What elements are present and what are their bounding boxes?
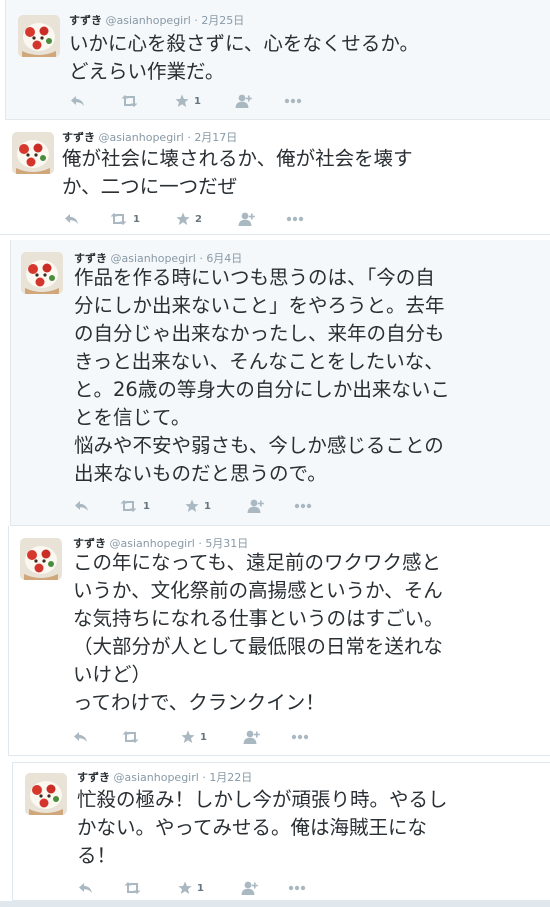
follow-button[interactable]: [247, 498, 264, 514]
retweet-icon: [122, 731, 139, 743]
retweet-icon: [120, 500, 137, 512]
more-icon: [286, 216, 304, 222]
display-name[interactable]: すずき: [62, 131, 95, 144]
avatar[interactable]: [18, 15, 60, 57]
more-button[interactable]: [291, 729, 309, 745]
avatar[interactable]: [25, 773, 67, 815]
like-button[interactable]: 1: [175, 93, 201, 109]
username[interactable]: @asianhopegirl: [99, 131, 184, 144]
reply-button[interactable]: [64, 211, 79, 227]
reply-icon: [79, 883, 92, 893]
star-icon: [185, 499, 199, 512]
retweet-button[interactable]: 1: [109, 211, 140, 227]
follow-button[interactable]: [235, 93, 252, 109]
follow-button[interactable]: [243, 729, 260, 745]
star-icon: [175, 94, 189, 107]
tweet-actions: 1: [70, 93, 310, 109]
reply-button[interactable]: [74, 498, 89, 514]
reply-button[interactable]: [70, 93, 85, 109]
next-tweet-edge: [0, 901, 550, 907]
more-button[interactable]: [286, 211, 304, 227]
username[interactable]: @asianhopegirl: [106, 14, 191, 27]
follow-button[interactable]: [238, 211, 255, 227]
like-button[interactable]: 1: [185, 498, 211, 514]
tweet-text: 作品を作る時にいつも思うのは、「今の自 分にしか出来ないこと」をやろうと。去年 …: [74, 266, 450, 485]
retweet-icon: [124, 882, 141, 894]
reply-icon: [75, 501, 88, 511]
tweet-card[interactable]: すずき @asianhopegirl · 5月31日 この年になっても、遠足前の…: [8, 526, 550, 756]
tweet-card[interactable]: すずき @asianhopegirl · 6月4日 作品を作る時にいつも思うのは…: [10, 240, 550, 526]
star-icon: [176, 212, 190, 225]
tweet-card[interactable]: すずき @asianhopegirl · 2月25日 いかに心を殺さずに、心をな…: [5, 0, 550, 120]
tweet-card[interactable]: すずき @asianhopegirl · 2月17日 俺が社会に壊されるか、俺が…: [0, 120, 550, 235]
tweet-text: 俺が社会に壊されるか、俺が社会を壊す か、二つに一つだぜ: [62, 147, 413, 198]
tweet-text: 忙殺の極み！しかし今が頑張り時。やるし かない。やってみせる。俺は海賊王にな る…: [77, 788, 448, 867]
star-icon: [181, 730, 195, 743]
retweet-icon: [110, 213, 127, 225]
avatar[interactable]: [20, 538, 62, 580]
more-icon: [288, 885, 306, 891]
more-icon: [291, 734, 309, 740]
retweet-button[interactable]: [121, 729, 145, 745]
reply-icon: [74, 732, 87, 742]
retweet-icon: [121, 95, 138, 107]
timestamp[interactable]: 2月17日: [194, 131, 237, 144]
more-button[interactable]: [284, 93, 302, 109]
reply-icon: [71, 96, 84, 106]
display-name[interactable]: すずき: [77, 771, 110, 784]
timestamp[interactable]: 1月22日: [209, 771, 252, 784]
tweet-actions: 1 1: [74, 498, 314, 514]
tweet-actions: 1 2: [64, 211, 304, 227]
add-user-icon: [235, 94, 252, 108]
tweet-text: この年になっても、遠足前のワクワク感と いうか、文化祭前の高揚感というか、そん …: [73, 551, 444, 714]
reply-icon: [65, 214, 78, 224]
tweet-header: すずき @asianhopegirl · 2月17日: [62, 131, 238, 144]
more-button[interactable]: [294, 498, 312, 514]
like-button[interactable]: 1: [178, 880, 204, 896]
retweet-button[interactable]: [123, 880, 147, 896]
reply-button[interactable]: [73, 729, 88, 745]
retweet-button[interactable]: 1: [119, 498, 150, 514]
star-icon: [178, 881, 192, 894]
tweet-text: いかに心を殺さずに、心をなくせるか。 どえらい作業だ。: [69, 32, 420, 83]
tweet-actions: 1: [73, 729, 313, 745]
tweet-header: すずき @asianhopegirl · 1月22日: [77, 771, 253, 784]
avatar[interactable]: [12, 132, 54, 174]
like-button[interactable]: 1: [181, 729, 207, 745]
username[interactable]: @asianhopegirl: [114, 771, 199, 784]
timestamp[interactable]: 2月25日: [201, 14, 244, 27]
tweet-actions: 1: [78, 880, 318, 896]
display-name[interactable]: すずき: [69, 14, 102, 27]
add-user-icon: [238, 212, 255, 226]
more-icon: [294, 503, 312, 509]
more-icon: [284, 98, 302, 104]
like-button[interactable]: 2: [176, 211, 202, 227]
reply-button[interactable]: [78, 880, 93, 896]
avatar[interactable]: [21, 252, 63, 294]
retweet-button[interactable]: [120, 93, 144, 109]
tweet-card[interactable]: すずき @asianhopegirl · 1月22日 忙殺の極み！しかし今が頑張…: [12, 762, 550, 901]
more-button[interactable]: [288, 880, 306, 896]
add-user-icon: [243, 730, 260, 744]
follow-button[interactable]: [241, 880, 258, 896]
tweet-header: すずき @asianhopegirl · 2月25日: [69, 14, 245, 27]
add-user-icon: [241, 881, 258, 895]
add-user-icon: [247, 499, 264, 513]
